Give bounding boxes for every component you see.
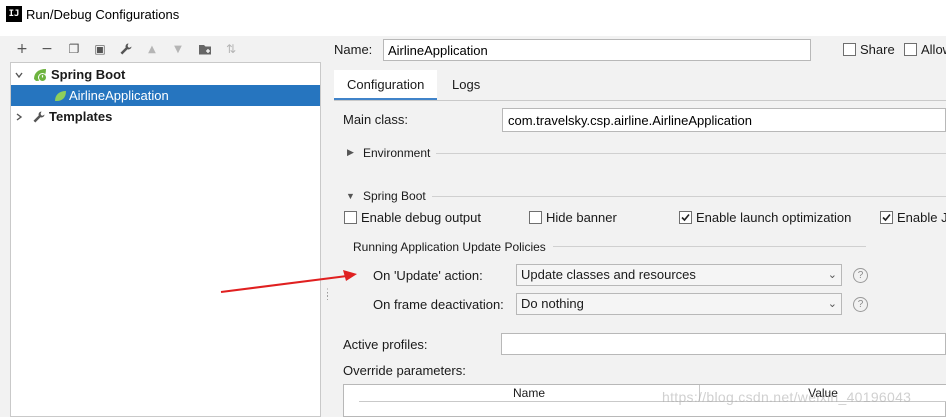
tree-label-spring-boot: Spring Boot	[51, 67, 126, 82]
hide-banner-checkbox[interactable]	[529, 211, 542, 224]
enable-j-label: Enable J	[897, 210, 946, 225]
move-down-icon[interactable]: ▼	[168, 39, 188, 59]
enable-launch-optimization-checkbox[interactable]	[679, 211, 692, 224]
tab-configuration[interactable]: Configuration	[334, 70, 438, 101]
name-label: Name:	[334, 42, 373, 57]
share-label: Share	[860, 42, 895, 57]
update-action-label: On 'Update' action:	[373, 268, 483, 283]
active-profiles-label: Active profiles:	[343, 337, 428, 352]
panel-splitter[interactable]	[321, 36, 329, 417]
help-icon[interactable]: ?	[853, 297, 868, 312]
allow-checkbox[interactable]	[904, 43, 917, 56]
update-action-dropdown[interactable]: Update classes and resources ⌄	[516, 264, 842, 286]
configurations-tree: Spring Boot AirlineApplication Templates	[10, 62, 321, 417]
tree-label-templates: Templates	[49, 109, 113, 124]
help-icon[interactable]: ?	[853, 268, 868, 283]
remove-icon[interactable]: −	[37, 39, 57, 59]
configurations-toolbar: + − ❐ ▣ ▲ ▼ ⇅	[0, 36, 322, 62]
add-icon[interactable]: +	[12, 39, 32, 59]
table-header-name[interactable]: Name	[359, 385, 700, 402]
override-parameters-label: Override parameters:	[343, 363, 466, 378]
policies-separator	[553, 246, 866, 247]
tab-bar: Configuration Logs	[334, 70, 946, 101]
tree-item-spring-boot[interactable]: Spring Boot	[11, 64, 320, 85]
environment-separator	[436, 153, 946, 154]
name-field[interactable]	[383, 39, 811, 61]
move-up-icon[interactable]: ▲	[142, 39, 162, 59]
spring-boot-separator	[432, 196, 946, 197]
chevron-down-icon: ⌄	[827, 298, 837, 310]
share-checkbox[interactable]	[843, 43, 856, 56]
main-class-label: Main class:	[343, 112, 409, 127]
spring-boot-icon	[32, 67, 48, 83]
chevron-down-icon[interactable]: ▼	[346, 191, 355, 201]
enable-j-checkbox[interactable]	[880, 211, 893, 224]
chevron-down-icon: ⌄	[827, 269, 837, 281]
chevron-down-icon[interactable]	[13, 69, 25, 81]
frame-deactivation-value: Do nothing	[521, 296, 584, 311]
watermark: https://blog.csdn.net/weixin_40196043	[662, 389, 912, 405]
update-action-value: Update classes and resources	[521, 267, 696, 282]
copy-icon[interactable]: ❐	[64, 39, 84, 59]
active-profiles-field[interactable]	[501, 333, 946, 355]
frame-deactivation-label: On frame deactivation:	[373, 297, 504, 312]
enable-debug-label: Enable debug output	[361, 210, 481, 225]
chevron-right-icon[interactable]	[13, 111, 25, 123]
intellij-app-icon: IJ	[6, 6, 22, 22]
wrench-icon[interactable]	[116, 39, 136, 59]
red-annotation-arrow	[220, 270, 357, 293]
checkmark-icon	[882, 213, 891, 222]
sort-icon[interactable]: ⇅	[221, 39, 241, 59]
hide-banner-label: Hide banner	[546, 210, 617, 225]
tree-label-airline-application: AirlineApplication	[69, 88, 169, 103]
chevron-right-icon[interactable]: ▶	[347, 147, 354, 158]
spring-boot-section-label[interactable]: Spring Boot	[363, 189, 426, 203]
policies-section-label: Running Application Update Policies	[353, 240, 546, 254]
tree-item-templates[interactable]: Templates	[11, 106, 320, 127]
tree-item-airline-application[interactable]: AirlineApplication	[11, 85, 320, 106]
checkmark-icon	[681, 213, 690, 222]
frame-deactivation-dropdown[interactable]: Do nothing ⌄	[516, 293, 842, 315]
spring-boot-app-icon	[53, 88, 69, 104]
enable-debug-checkbox[interactable]	[344, 211, 357, 224]
enable-launch-optimization-label: Enable launch optimization	[696, 210, 852, 225]
wrench-icon	[32, 110, 46, 124]
allow-label: Allow	[921, 42, 946, 57]
save-icon[interactable]: ▣	[90, 39, 110, 59]
window-title: Run/Debug Configurations	[26, 7, 180, 22]
main-class-field[interactable]	[502, 108, 946, 132]
environment-section-label[interactable]: Environment	[363, 146, 430, 160]
folder-icon[interactable]	[195, 39, 215, 59]
tab-logs[interactable]: Logs	[439, 70, 493, 101]
